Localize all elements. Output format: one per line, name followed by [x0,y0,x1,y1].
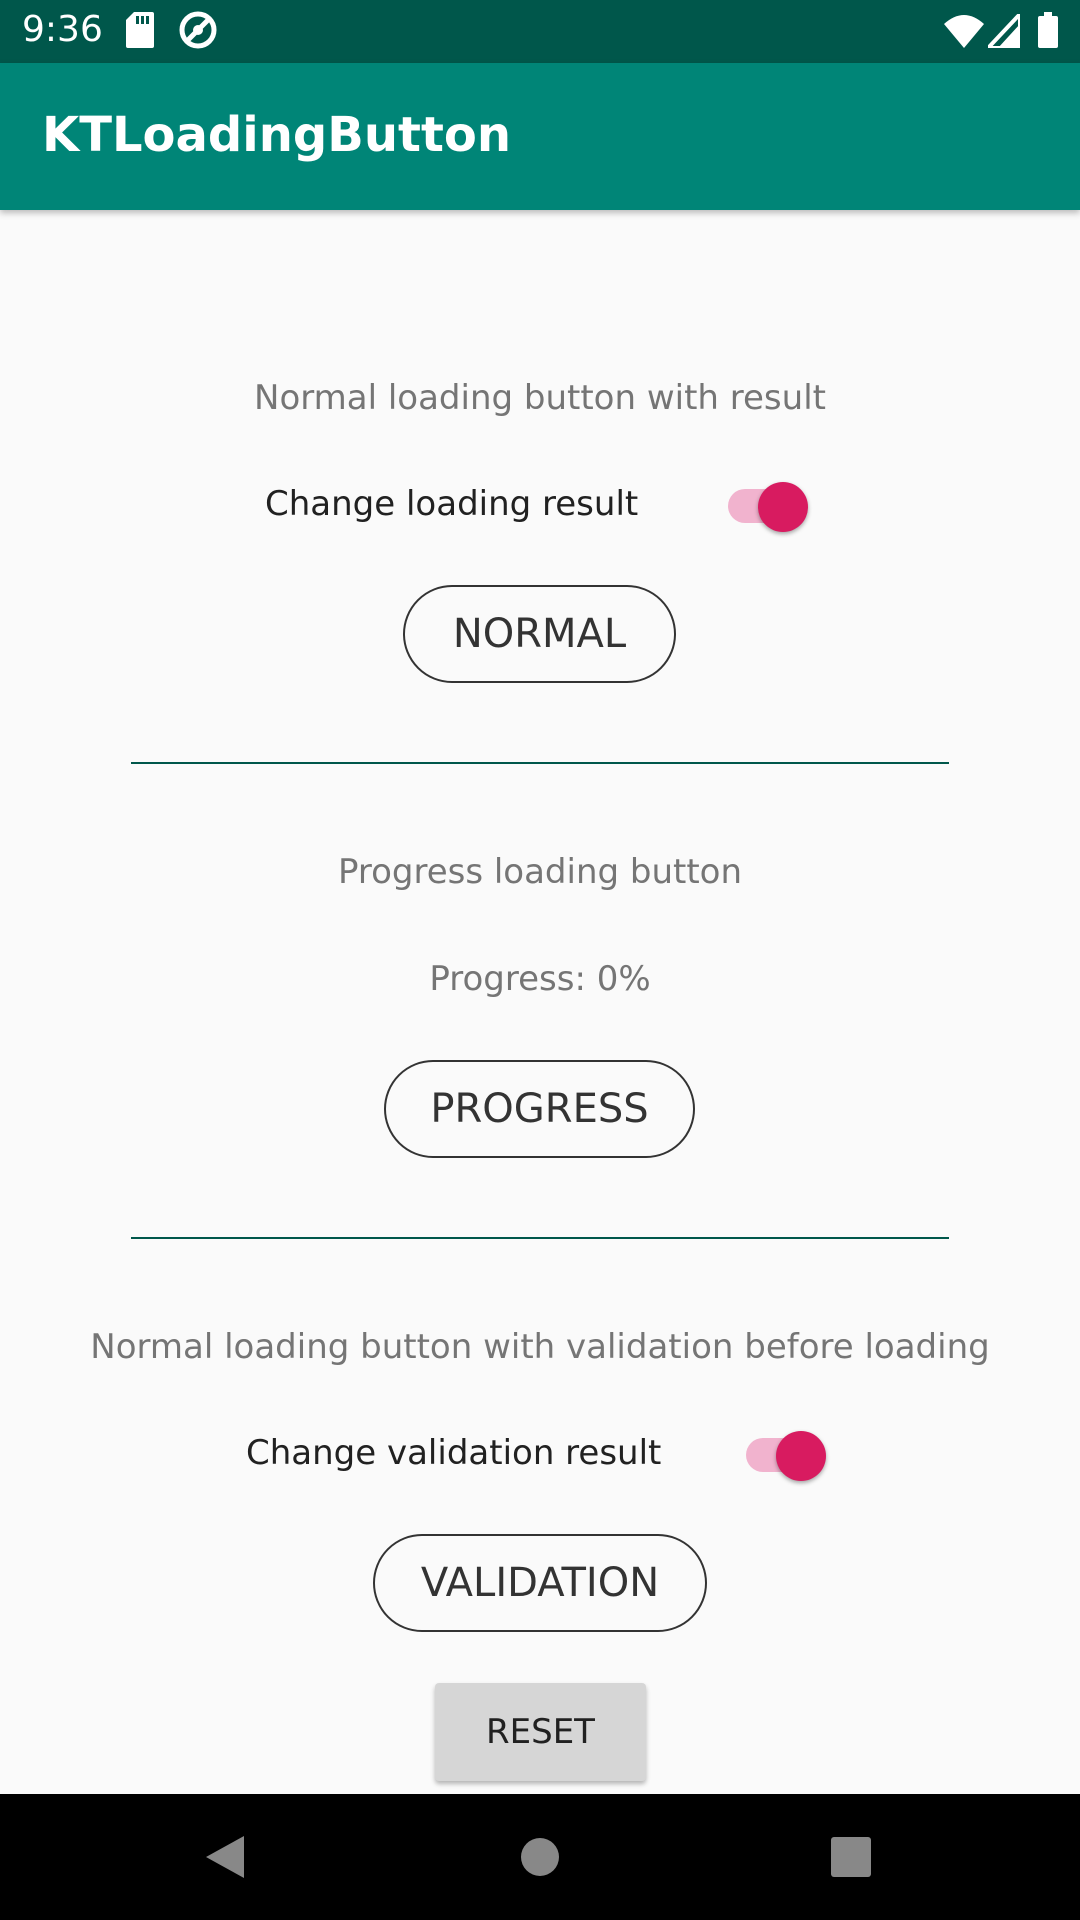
navigation-bar [0,1794,1080,1920]
battery-icon [1038,12,1058,52]
change-validation-result-label: Change validation result [246,1433,662,1473]
signal-icon [983,8,1022,52]
progress-text: Progress: 0% [429,959,651,999]
app-bar: KTLoadingButton [0,63,1080,210]
progress-section-title: Progress loading button [337,852,743,892]
normal-button[interactable]: NORMAL [403,585,676,683]
status-time: 9:36 [22,9,103,50]
validation-button[interactable]: VALIDATION [373,1534,707,1632]
progress-button[interactable]: PROGRESS [384,1060,695,1158]
recents-icon[interactable] [830,1836,872,1882]
app-title: KTLoadingButton [42,107,512,163]
data-saver-icon [178,10,218,54]
reset-button[interactable]: RESET [435,1683,646,1781]
switch-thumb [758,482,808,532]
wifi-icon [944,14,984,52]
change-validation-result-switch[interactable] [742,1422,830,1482]
switch-thumb [776,1431,826,1481]
change-loading-result-switch[interactable] [724,473,812,533]
back-icon[interactable] [204,1834,246,1884]
home-icon[interactable] [519,1834,561,1884]
sd-card-icon [126,12,154,52]
section-divider [131,1237,949,1239]
validation-section-title: Normal loading button with validation be… [90,1327,990,1367]
normal-section-title: Normal loading button with result [254,378,826,418]
status-bar: 9:36 [0,0,1080,63]
section-divider [131,762,949,764]
change-loading-result-label: Change loading result [265,484,639,524]
main-content: Normal loading button with result Change… [0,210,1080,1794]
